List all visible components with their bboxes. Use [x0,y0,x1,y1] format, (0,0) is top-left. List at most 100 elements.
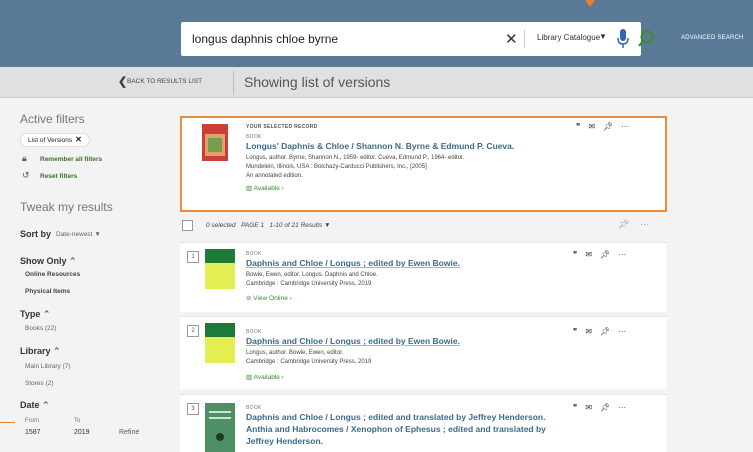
result-authors: Bowie, Ewen, editor. Longus. Daphnis and… [246,272,378,278]
filter-main-library[interactable]: Main Library (7) [25,363,71,370]
results-summary: 0 selected PAGE 1 1-10 of 21 Results ▼ [206,222,331,229]
filter-chip-list-of-versions[interactable]: List of Versions ✕ [20,133,90,147]
lock-icon: 🔒︎ [22,153,27,163]
link-icon: ⊘ [246,295,252,302]
date-heading[interactable]: Date ⌃ [20,400,50,411]
library-heading[interactable]: Library ⌃ [20,346,61,357]
filter-physical-items[interactable]: Physical Items [25,288,70,295]
selected-record-card[interactable]: YOUR SELECTED RECORD BOOK Longus' Daphni… [180,116,667,212]
selected-count: 0 selected [206,222,236,229]
tweak-heading: Tweak my results [20,200,113,214]
refine-button[interactable]: Refine [119,429,139,436]
reset-filters-link[interactable]: Reset filters [40,173,77,180]
result-type: BOOK [246,405,262,411]
result-number: 3 [187,403,199,415]
microphone-icon[interactable] [616,28,630,50]
availability-link[interactable]: ▥ Available › [246,373,284,381]
citation-icon[interactable]: ❞ [573,327,577,336]
result-authors: Longus, author. Bowie, Ewen, editor. [246,350,344,356]
record-actions: ❞ ✉ 📌︎ ··· [573,403,634,412]
result-number: 2 [187,325,199,337]
email-icon[interactable]: ✉ [585,250,592,259]
reset-icon: ↺ [22,170,30,180]
chevron-down-icon[interactable]: ▼ [324,222,330,229]
chevron-down-icon: ▼ [94,231,101,238]
chevron-up-icon: ⌃ [42,400,50,410]
record-type: BOOK [246,134,262,140]
date-label: Date [20,400,40,410]
filter-books[interactable]: Books (22) [25,325,56,332]
result-publisher: Cambridge : Cambridge University Press, … [246,281,372,287]
book-cover-thumbnail [202,124,228,161]
sort-select[interactable]: Date-newest ▼ [56,231,101,238]
citation-icon[interactable]: ❞ [573,250,577,259]
date-to-input[interactable]: 2019 [74,429,90,436]
chevron-up-icon: ⌃ [69,256,77,266]
record-actions: ❞ ✉ 📌︎ ··· [573,250,634,259]
search-box[interactable]: longus daphnis chloe byrne ✕ Library Cat… [181,22,654,56]
pin-icon[interactable]: 📌︎ [600,250,610,259]
sort-value: Date-newest [56,231,93,238]
pin-icon[interactable]: 📌︎ [603,122,613,131]
type-label: Type [20,309,41,319]
result-title[interactable]: Daphnis and Chloe / Longus ; edited by E… [246,336,460,347]
filter-online-resources[interactable]: Online Resources [25,271,80,278]
clear-search-icon[interactable]: ✕ [505,30,518,48]
selected-record-kicker: YOUR SELECTED RECORD [246,124,318,130]
result-card[interactable]: 3 BOOK Daphnis and Chloe / Longus ; edit… [180,394,667,452]
scope-select[interactable]: Library Catalogue [537,33,600,42]
filter-stores[interactable]: Stores (2) [25,380,54,387]
type-heading[interactable]: Type ⌃ [20,309,50,320]
result-type: BOOK [246,251,262,257]
result-title-line-1[interactable]: Daphnis and Chloe / Longus ; edited and … [246,412,545,423]
email-icon[interactable]: ✉ [585,403,592,412]
date-from-input[interactable]: 1587 [25,429,41,436]
result-title[interactable]: Daphnis and Chloe / Longus ; edited by E… [246,258,460,269]
search-input[interactable]: longus daphnis chloe byrne [192,32,338,46]
result-publisher: Cambridge : Cambridge University Press, … [246,359,372,365]
search-icon[interactable] [637,29,655,49]
close-icon[interactable]: ✕ [75,135,82,144]
result-title-line-3[interactable]: Jeffrey Henderson. [246,436,323,447]
show-only-heading[interactable]: Show Only ⌃ [20,256,77,267]
chevron-down-icon[interactable]: ▼ [599,32,607,41]
pin-icon[interactable]: 📌︎ [618,219,629,230]
advanced-search-link[interactable]: ADVANCED SEARCH [681,35,744,41]
shelf-icon: ▥ [246,374,253,381]
record-authors: Longus, author. Byrne, Shannon N., 1959-… [246,155,465,161]
view-online-label: View Online [253,295,288,302]
email-icon[interactable]: ✉ [585,327,592,336]
result-number: 1 [187,251,199,263]
more-icon[interactable]: ··· [640,219,649,229]
record-actions: ❞ ✉ 📌︎ ··· [573,327,634,336]
show-only-label: Show Only [20,256,67,266]
record-title[interactable]: Longus' Daphnis & Chloe / Shannon N. Byr… [246,141,514,152]
more-icon[interactable]: ··· [618,327,626,336]
view-online-link[interactable]: ⊘ View Online › [246,294,292,302]
book-cover-thumbnail [205,323,235,363]
result-title-line-2[interactable]: Anthia and Habrocomes / Xenophon of Ephe… [246,424,546,435]
record-edition: An annotated edition. [246,173,303,179]
divider [233,71,234,95]
pin-icon[interactable]: 📌︎ [600,327,610,336]
page-number: PAGE 1 [241,222,265,229]
results-range: 1-10 of 21 Results [269,222,323,229]
more-icon[interactable]: ··· [618,403,626,412]
back-chevron-icon[interactable]: ❮ [118,75,127,88]
availability-label: Available [253,185,280,192]
result-card[interactable]: 1 BOOK Daphnis and Chloe / Longus ; edit… [180,242,667,312]
availability-link[interactable]: ▥ Available › [246,184,284,192]
citation-icon[interactable]: ❞ [576,122,580,131]
book-cover-thumbnail [205,249,235,289]
citation-icon[interactable]: ❞ [573,403,577,412]
more-icon[interactable]: ··· [618,250,626,259]
record-actions: ❞ ✉ 📌︎ ··· [576,122,637,131]
book-cover-thumbnail [205,403,235,452]
select-all-checkbox[interactable] [182,220,193,231]
back-to-results-link[interactable]: BACK TO RESULTS LIST [127,78,202,85]
pin-icon[interactable]: 📌︎ [600,403,610,412]
result-card[interactable]: 2 BOOK Daphnis and Chloe / Longus ; edit… [180,316,667,389]
email-icon[interactable]: ✉ [588,122,595,131]
more-icon[interactable]: ··· [621,122,629,131]
remember-filters-link[interactable]: Remember all filters [40,156,102,163]
